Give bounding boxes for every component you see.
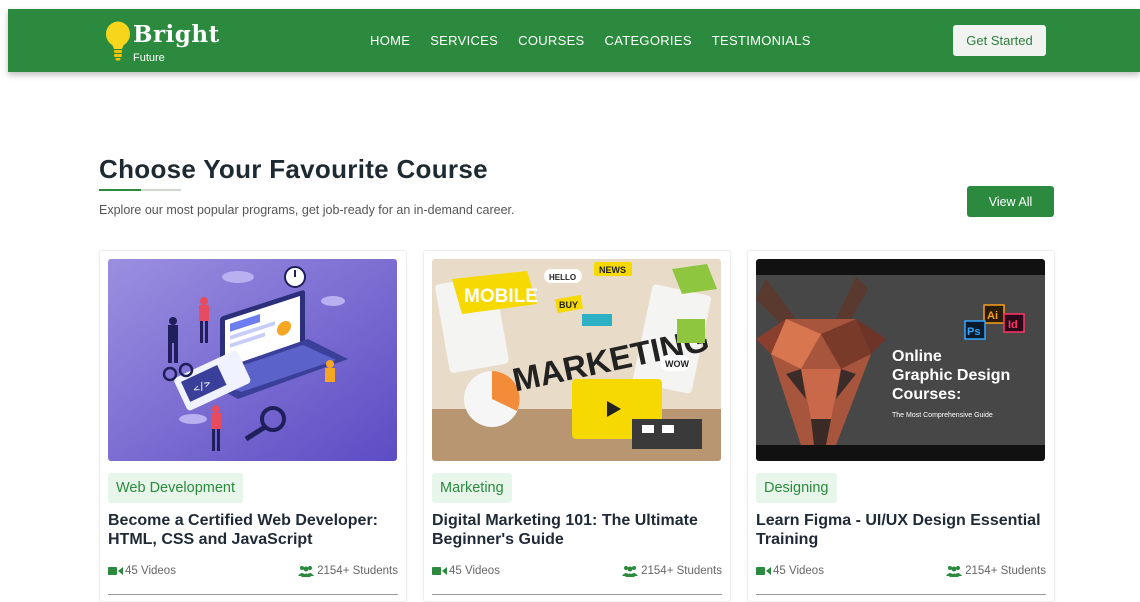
- mobile-marketing-illustration: MOBILE MARKETING NEWS HELLO BUY WOW: [432, 259, 721, 461]
- image-tag-wow: WOW: [665, 359, 689, 369]
- nav-testimonials[interactable]: TESTIMONIALS: [712, 33, 811, 48]
- course-card-web-development[interactable]: </> Web Development Become a Certified W…: [99, 250, 407, 602]
- video-count: 45 Videos: [432, 565, 500, 577]
- illustrator-badge: Ai: [987, 310, 998, 322]
- nav-categories[interactable]: CATEGORIES: [605, 33, 692, 48]
- users-icon: [298, 566, 315, 577]
- student-count: 2154+ Students: [946, 565, 1046, 577]
- indesign-badge: Id: [1008, 319, 1018, 331]
- image-text-mobile: MOBILE: [464, 286, 538, 307]
- image-tag-news: NEWS: [599, 265, 626, 275]
- nav-home[interactable]: HOME: [370, 33, 410, 48]
- course-card-marketing[interactable]: MOBILE MARKETING NEWS HELLO BUY WOW Mark…: [423, 250, 731, 602]
- nav-services[interactable]: SERVICES: [430, 33, 498, 48]
- image-text-online: Online: [892, 348, 942, 365]
- student-count-text: 2154+ Students: [317, 565, 398, 577]
- users-icon: [946, 566, 963, 577]
- view-all-button[interactable]: View All: [967, 186, 1054, 217]
- course-title[interactable]: Become a Certified Web Developer: HTML, …: [108, 511, 400, 549]
- image-text-caption: The Most Comprehensive Guide: [892, 412, 993, 419]
- course-category-badge[interactable]: Web Development: [108, 473, 244, 503]
- title-underline-accent: [99, 189, 141, 191]
- image-text-graphic-design: Graphic Design: [892, 367, 1010, 384]
- course-image[interactable]: MOBILE MARKETING NEWS HELLO BUY WOW: [432, 259, 721, 461]
- video-camera-icon: [432, 567, 447, 575]
- video-count: 45 Videos: [756, 565, 824, 577]
- image-text-courses: Courses:: [892, 386, 961, 403]
- navbar: Bright Future HOME SERVICES COURSES CATE…: [8, 9, 1140, 72]
- course-image[interactable]: </>: [108, 259, 397, 461]
- get-started-button[interactable]: Get Started: [953, 25, 1046, 56]
- photoshop-badge: Ps: [967, 326, 980, 338]
- web-development-illustration: </>: [108, 259, 397, 461]
- video-count-text: 45 Videos: [773, 565, 824, 577]
- course-category-badge[interactable]: Marketing: [432, 473, 512, 503]
- image-tag-buy: BUY: [559, 300, 578, 310]
- logo-title: Bright: [133, 21, 220, 48]
- title-underline: [99, 189, 181, 191]
- video-count: 45 Videos: [108, 565, 176, 577]
- student-count-text: 2154+ Students: [965, 565, 1046, 577]
- course-title[interactable]: Learn Figma - UI/UX Design Essential Tra…: [756, 511, 1048, 549]
- lightbulb-icon: [106, 21, 130, 61]
- video-count-text: 45 Videos: [125, 565, 176, 577]
- video-count-text: 45 Videos: [449, 565, 500, 577]
- course-card-designing[interactable]: Ai Ps Id Online Graphic Design Courses: …: [747, 250, 1055, 602]
- course-image[interactable]: Ai Ps Id Online Graphic Design Courses: …: [756, 259, 1045, 461]
- student-count: 2154+ Students: [622, 565, 722, 577]
- nav-courses[interactable]: COURSES: [518, 33, 584, 48]
- section-title: Choose Your Favourite Course: [99, 154, 488, 184]
- image-tag-hello: HELLO: [549, 273, 576, 282]
- logo[interactable]: Bright Future: [104, 18, 224, 66]
- course-category-badge[interactable]: Designing: [756, 473, 837, 503]
- course-title[interactable]: Digital Marketing 101: The Ultimate Begi…: [432, 511, 724, 549]
- low-poly-deer-graphic: Ai Ps Id Online Graphic Design Courses: …: [756, 259, 1045, 461]
- users-icon: [622, 566, 639, 577]
- student-count-text: 2154+ Students: [641, 565, 722, 577]
- nav-links: HOME SERVICES COURSES CATEGORIES TESTIMO…: [370, 33, 831, 48]
- video-camera-icon: [756, 567, 771, 575]
- section-subtitle: Explore our most popular programs, get j…: [99, 203, 515, 217]
- logo-tagline: Future: [133, 52, 165, 64]
- video-camera-icon: [108, 567, 123, 575]
- student-count: 2154+ Students: [298, 565, 398, 577]
